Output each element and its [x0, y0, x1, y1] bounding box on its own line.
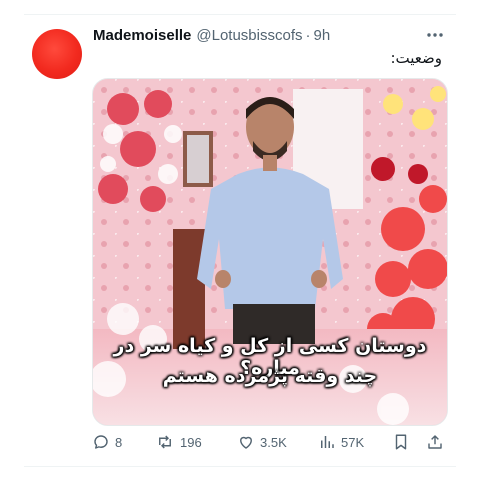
views-button[interactable]: 57K	[318, 430, 364, 454]
image-caption-line2: چند وقته پژمرده هستم	[162, 365, 378, 387]
separator-dot: ·	[305, 26, 311, 44]
more-icon[interactable]	[425, 27, 445, 43]
reply-icon	[94, 435, 108, 449]
retweet-count: 196	[180, 434, 202, 450]
author-handle[interactable]: @Lotusbisscofs	[196, 27, 302, 44]
reply-button[interactable]: 8	[92, 430, 122, 454]
tweet[interactable]: Mademoiselle @Lotusbisscofs · 9h وضعیت:	[0, 0, 480, 480]
tweet-header: Mademoiselle @Lotusbisscofs · 9h	[93, 24, 330, 46]
share-button[interactable]	[426, 430, 444, 454]
bookmark-icon	[395, 434, 407, 450]
author-name[interactable]: Mademoiselle	[93, 27, 191, 44]
retweet-button[interactable]: 196	[155, 430, 202, 454]
views-icon	[321, 436, 334, 448]
reply-count: 8	[115, 434, 123, 450]
like-count: 3.5K	[260, 434, 287, 450]
tweet-text: وضعیت:	[390, 49, 442, 67]
like-button[interactable]: 3.5K	[237, 430, 287, 454]
bookmark-button[interactable]	[392, 430, 410, 454]
views-count: 57K	[341, 434, 365, 450]
share-icon	[428, 435, 442, 449]
divider-bottom	[24, 466, 456, 467]
retweet-icon	[159, 435, 171, 449]
divider-top	[24, 14, 456, 15]
avatar[interactable]	[32, 29, 82, 79]
like-icon	[240, 436, 252, 449]
timestamp[interactable]: 9h	[313, 27, 330, 44]
tweet-image[interactable]: دوستان کسی از کل و کیاه سر در میاره؟ چند…	[92, 78, 448, 426]
action-bar: 8 196 3.5K 57K	[92, 430, 446, 454]
